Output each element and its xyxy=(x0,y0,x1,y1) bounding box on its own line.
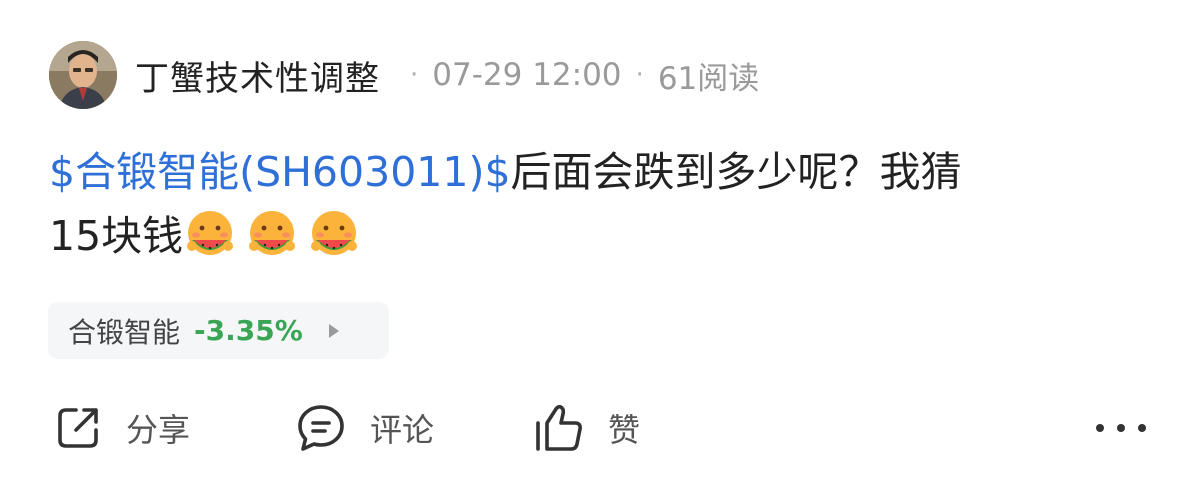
action-bar: 分享 评论 赞 xyxy=(0,398,1200,458)
meta-separator: · xyxy=(410,60,419,90)
post-text-line-2: 15块钱 xyxy=(49,204,1159,268)
watermelon-emoji xyxy=(187,211,234,255)
watermelon-emoji xyxy=(249,211,296,255)
post-meta: · 07-29 12:00 · 61阅读 xyxy=(396,53,759,98)
stock-quote-chip[interactable]: 合锻智能 -3.35% xyxy=(48,302,389,359)
share-button[interactable]: 分享 xyxy=(52,398,190,458)
comment-label: 评论 xyxy=(370,411,435,449)
share-icon xyxy=(58,408,98,448)
post-date: 07-29 12:00 xyxy=(432,57,622,93)
post-card: 丁蟹技术性调整 · 07-29 12:00 · 61阅读 $合锻智能(SH603… xyxy=(0,0,1200,485)
avatar[interactable] xyxy=(49,41,117,109)
post-header: 丁蟹技术性调整 · 07-29 12:00 · 61阅读 xyxy=(49,40,759,110)
more-icon-dot xyxy=(1096,424,1104,432)
more-icon-dot xyxy=(1117,424,1125,432)
comment-button[interactable]: 评论 xyxy=(294,398,434,458)
author-name[interactable]: 丁蟹技术性调整 xyxy=(135,51,380,100)
like-label: 赞 xyxy=(608,411,641,449)
comment-icon xyxy=(298,405,344,451)
stock-name: 合锻智能 xyxy=(68,315,181,349)
post-text-line-1: $合锻智能(SH603011)$后面会跌到多少呢？我猜 xyxy=(49,140,1159,204)
watermelon-emoji xyxy=(311,211,358,255)
more-button[interactable] xyxy=(1096,398,1146,458)
post-text: 后面会跌到多少呢？我猜 xyxy=(510,148,962,196)
post-content: $合锻智能(SH603011)$后面会跌到多少呢？我猜 15块钱 xyxy=(49,140,1159,268)
chevron-right-icon xyxy=(328,323,339,338)
meta-separator: · xyxy=(635,60,644,90)
thumbs-up-icon xyxy=(536,404,582,451)
read-count: 61阅读 xyxy=(657,60,760,97)
share-label: 分享 xyxy=(126,411,191,449)
stock-tag-link[interactable]: $合锻智能(SH603011)$ xyxy=(49,148,511,196)
post-text: 15块钱 xyxy=(49,212,184,260)
more-icon-dot xyxy=(1138,424,1146,432)
stock-change: -3.35% xyxy=(194,314,303,347)
like-button[interactable]: 赞 xyxy=(532,398,640,458)
